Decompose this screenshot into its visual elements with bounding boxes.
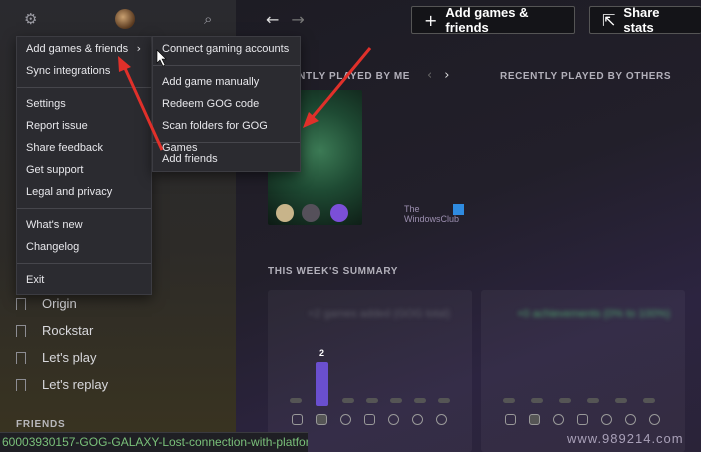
site-watermark: www.989214.com [567, 431, 684, 446]
status-bar: 60003930157-GOG-GALAXY-Lost-connection-w… [0, 432, 308, 452]
mouse-cursor-icon [156, 49, 167, 67]
annotation-arrows [118, 47, 372, 151]
annotation-arrow [118, 56, 164, 151]
annotation-arrow [303, 47, 372, 128]
